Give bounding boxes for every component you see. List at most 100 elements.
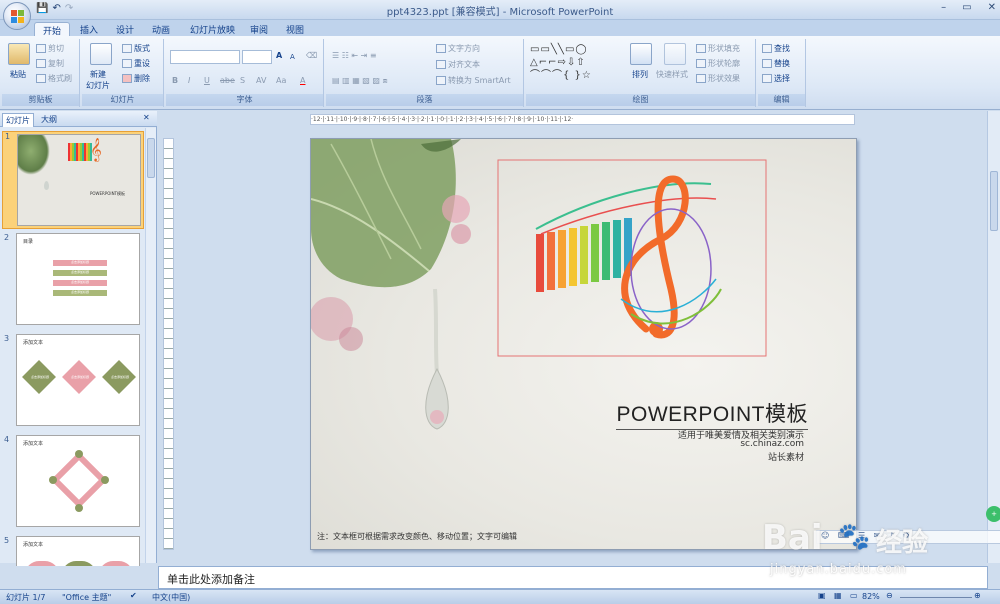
tab-view[interactable]: 视图 (278, 22, 312, 37)
slide-thumbnail-5[interactable]: 5 添加文本 (2, 536, 144, 566)
shape-fill-button[interactable]: 形状填充 (696, 43, 740, 54)
align-text-icon (436, 60, 446, 69)
shrink-font-button[interactable]: A (290, 53, 295, 61)
italic-button[interactable]: I (188, 76, 190, 85)
tab-outline[interactable]: 大纲 (38, 113, 60, 126)
bold-button[interactable]: B (172, 76, 178, 85)
editing-group-label: 编辑 (758, 94, 805, 106)
tab-slideshow[interactable]: 幻灯片放映 (182, 22, 243, 37)
minimize-button[interactable]: – (941, 2, 946, 13)
copy-button[interactable]: 复制 (36, 58, 64, 69)
change-case-button[interactable]: Aa (276, 76, 286, 85)
format-painter-button[interactable]: 格式刷 (36, 73, 72, 84)
tab-insert[interactable]: 插入 (72, 22, 106, 37)
delete-slide-button[interactable]: 删除 (122, 73, 150, 84)
circle-node (101, 476, 109, 484)
thumb-title: 添加文本 (23, 340, 44, 346)
new-slide-icon[interactable] (90, 43, 112, 65)
strikethrough-button[interactable]: abe (220, 76, 235, 85)
new-slide-button[interactable]: 新建 幻灯片 (86, 69, 110, 91)
paragraph-group: ☰ ☷ ⇤ ⇥ ≡ ▤ ▥ ▦ ▧ ▨ ⧈ 文字方向 对齐文本 转换为 Smar… (326, 39, 524, 107)
layout-button[interactable]: 版式 (122, 43, 150, 54)
thumb-title: 目录 (23, 239, 34, 245)
slide-site[interactable]: sc.chinaz.com (740, 439, 804, 449)
tab-design[interactable]: 设计 (108, 22, 142, 37)
spellcheck-icon[interactable]: ✔ (130, 591, 137, 600)
tab-slides[interactable]: 幻灯片 (2, 113, 34, 127)
panel-close-button[interactable]: ✕ (140, 112, 153, 123)
scissors-icon (36, 44, 46, 53)
circle-node (49, 476, 57, 484)
shape-effects-button[interactable]: 形状效果 (696, 73, 740, 84)
slide-footer-note[interactable]: 注：文本框可根据需求改变颜色、移动位置；文字可编辑 (317, 531, 517, 542)
slide-preview: 添加文本 点击添加标题 点击添加标题 点击添加标题 (16, 334, 140, 426)
shadow-button[interactable]: S (240, 76, 245, 85)
select-button[interactable]: 选择 (762, 73, 790, 84)
editor-scrollbar[interactable] (987, 111, 1000, 563)
arrange-button[interactable]: 排列 (632, 69, 648, 80)
quick-styles-button[interactable]: 快速样式 (656, 69, 688, 80)
zoom-slider[interactable] (900, 597, 972, 598)
maximize-button[interactable]: ▭ (962, 2, 971, 13)
slide-thumbnail-4[interactable]: 4 添加文本 (2, 435, 144, 529)
slide-canvas[interactable]: POWERPOINT模板 适用于唯美爱情及相关类别演示 sc.chinaz.co… (310, 138, 857, 550)
underline-button[interactable]: U (204, 76, 210, 85)
normal-view-icon[interactable]: ▣ (818, 591, 826, 600)
align-text-button[interactable]: 对齐文本 (436, 59, 480, 70)
notes-pane[interactable]: 单击此处添加备注 (158, 566, 988, 589)
delete-icon (122, 74, 132, 83)
arrange-icon[interactable] (630, 43, 652, 65)
font-size-select[interactable] (242, 50, 272, 64)
slide-title[interactable]: POWERPOINT模板 (616, 398, 808, 430)
replace-icon (762, 59, 772, 68)
grow-font-button[interactable]: A (276, 51, 282, 60)
panel-scrollbar[interactable] (145, 128, 156, 563)
office-logo-icon (11, 10, 25, 24)
copy-icon (36, 59, 46, 68)
shapes-gallery[interactable]: ▭▭╲╲▭◯ △⌐⌐⇨⇩⇧ ⌒⌒⌒{ }☆ (530, 43, 620, 85)
font-name-select[interactable] (170, 50, 240, 64)
zoom-in-icon[interactable]: ⊕ (974, 591, 981, 600)
square-frame-shape (50, 451, 108, 509)
tab-animation[interactable]: 动画 (144, 22, 178, 37)
slide-thumbnail-3[interactable]: 3 添加文本 点击添加标题 点击添加标题 点击添加标题 (2, 334, 144, 428)
find-button[interactable]: 查找 (762, 43, 790, 54)
paste-icon[interactable] (8, 43, 30, 65)
slideshow-view-icon[interactable]: ▭ (850, 591, 858, 600)
tab-shape (62, 561, 96, 566)
paste-button[interactable]: 粘贴 (10, 69, 26, 80)
shape-outline-button[interactable]: 形状轮廓 (696, 58, 740, 69)
clear-format-icon[interactable]: ⌫ (306, 51, 317, 60)
cut-button[interactable]: 剪切 (36, 43, 64, 54)
treble-clef-icon: 𝄞 (90, 137, 102, 161)
sorter-view-icon[interactable]: ▦ (834, 591, 842, 600)
char-spacing-button[interactable]: AV (256, 76, 266, 85)
status-bar: 幻灯片 1/7 "Office 主题" ✔ 中文(中国) ▣ ▦ ▭ 82% ⊖… (0, 589, 1000, 604)
ribbon-tabs: 开始 插入 设计 动画 幻灯片放映 审阅 视图 (0, 20, 1000, 38)
font-color-button[interactable]: A (300, 76, 305, 85)
slide-thumbnail-1[interactable]: 1 𝄞 POWERPOINT模板 (2, 131, 144, 229)
smartart-button[interactable]: 转换为 SmartArt (436, 75, 511, 86)
outline-icon (696, 59, 706, 68)
tab-shape (99, 561, 133, 566)
tab-review[interactable]: 审阅 (242, 22, 276, 37)
reset-button[interactable]: 重设 (122, 58, 150, 69)
zoom-out-icon[interactable]: ⊖ (886, 591, 893, 600)
slide-preview: 添加文本 (16, 536, 140, 566)
office-button[interactable] (3, 2, 31, 30)
zoom-level[interactable]: 82% (862, 592, 880, 601)
text-direction-button[interactable]: 文字方向 (436, 43, 480, 54)
scroll-thumb[interactable] (147, 138, 155, 178)
slide-thumbnail-2[interactable]: 2 目录 点击添加标题 点击添加标题 点击添加标题 点击添加标题 (2, 233, 144, 327)
quick-styles-icon[interactable] (664, 43, 686, 65)
align-icon[interactable]: ▤ ▥ ▦ ▧ ▨ ⧈ (332, 76, 388, 86)
replace-button[interactable]: 替换 (762, 58, 790, 69)
bullets-icon[interactable]: ☰ ☷ ⇤ ⇥ ≡ (332, 51, 377, 60)
slide-counter: 幻灯片 1/7 (6, 593, 46, 602)
slide-number: 4 (4, 435, 10, 444)
scroll-thumb[interactable] (990, 171, 998, 231)
circle-node (75, 450, 83, 458)
close-button[interactable]: ✕ (988, 2, 996, 13)
droplet-image (44, 181, 49, 190)
slide-source[interactable]: 站长素材 (768, 450, 804, 463)
